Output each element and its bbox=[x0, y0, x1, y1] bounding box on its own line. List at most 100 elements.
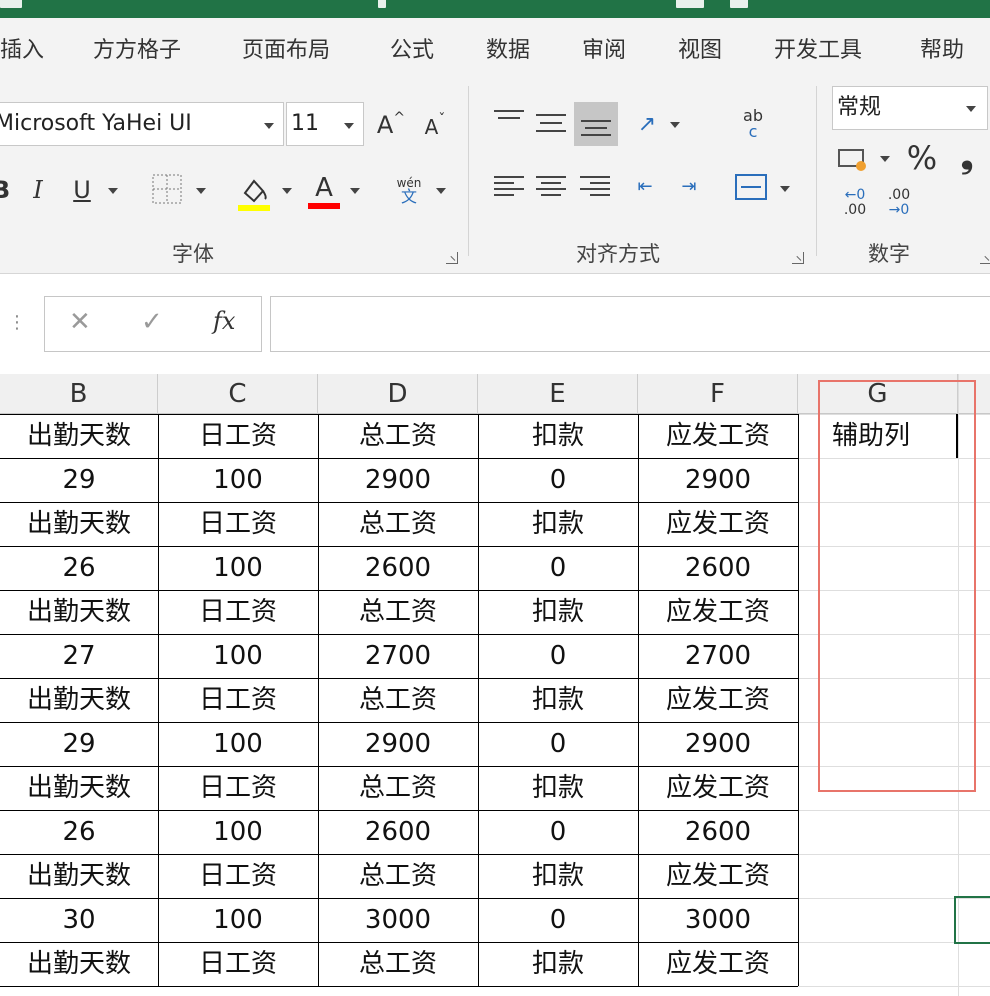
comma-button[interactable]: ❟ bbox=[952, 136, 982, 176]
cell-d-3[interactable]: 总工资 bbox=[318, 502, 478, 546]
bold-button[interactable]: B bbox=[0, 170, 10, 210]
selected-cell[interactable] bbox=[954, 896, 990, 944]
column-header-b[interactable]: B bbox=[0, 374, 158, 414]
cell-c-9[interactable]: 日工资 bbox=[158, 766, 318, 810]
cell-f-2[interactable]: 2900 bbox=[638, 458, 798, 502]
cell-c-3[interactable]: 日工资 bbox=[158, 502, 318, 546]
cell-f-4[interactable]: 2600 bbox=[638, 546, 798, 590]
phonetic-button[interactable]: wén 文 bbox=[390, 170, 428, 210]
grow-font-button[interactable]: A ^ bbox=[374, 106, 408, 144]
cell-c-6[interactable]: 100 bbox=[158, 634, 318, 678]
align-top-icon[interactable] bbox=[494, 110, 524, 126]
cell-b-11[interactable]: 出勤天数 bbox=[0, 854, 158, 898]
cell-d-9[interactable]: 总工资 bbox=[318, 766, 478, 810]
cell-c-11[interactable]: 日工资 bbox=[158, 854, 318, 898]
cell-g-11[interactable] bbox=[798, 854, 958, 898]
align-middle-icon[interactable] bbox=[536, 114, 566, 132]
cell-b-7[interactable]: 出勤天数 bbox=[0, 678, 158, 722]
font-size-dropdown-icon[interactable] bbox=[344, 123, 354, 129]
formula-input[interactable] bbox=[270, 296, 990, 352]
cell-f-10[interactable]: 2600 bbox=[638, 810, 798, 854]
cell-f-12[interactable]: 3000 bbox=[638, 898, 798, 942]
font-name-box[interactable]: Microsoft YaHei UI bbox=[0, 102, 284, 146]
cell-b-5[interactable]: 出勤天数 bbox=[0, 590, 158, 634]
cell-d-4[interactable]: 2600 bbox=[318, 546, 478, 590]
tab-help[interactable]: 帮助 bbox=[920, 32, 964, 64]
insert-function-icon[interactable]: fx bbox=[213, 307, 235, 335]
cell-c-2[interactable]: 100 bbox=[158, 458, 318, 502]
tab-insert[interactable]: 插入 bbox=[0, 32, 44, 64]
cell-b-9[interactable]: 出勤天数 bbox=[0, 766, 158, 810]
orientation-dropdown-icon[interactable] bbox=[670, 122, 680, 128]
cell-e-12[interactable]: 0 bbox=[478, 898, 638, 942]
accounting-dropdown-icon[interactable] bbox=[880, 156, 890, 162]
cell-e-5[interactable]: 扣款 bbox=[478, 590, 638, 634]
tab-page-layout[interactable]: 页面布局 bbox=[242, 32, 330, 64]
cell-b-1[interactable]: 出勤天数 bbox=[0, 414, 158, 458]
cell-g-13[interactable] bbox=[798, 942, 958, 986]
number-format-dropdown-icon[interactable] bbox=[966, 106, 976, 112]
cell-d-12[interactable]: 3000 bbox=[318, 898, 478, 942]
cell-b-13[interactable]: 出勤天数 bbox=[0, 942, 158, 986]
percent-button[interactable]: % bbox=[902, 138, 942, 178]
phonetic-dropdown-icon[interactable] bbox=[436, 188, 446, 194]
column-header-c[interactable]: C bbox=[158, 374, 318, 414]
borders-button[interactable] bbox=[150, 172, 184, 206]
cell-f-1[interactable]: 应发工资 bbox=[638, 414, 798, 458]
cell-c-4[interactable]: 100 bbox=[158, 546, 318, 590]
cell-g-10[interactable] bbox=[798, 810, 958, 854]
cell-f-7[interactable]: 应发工资 bbox=[638, 678, 798, 722]
increase-indent-button[interactable]: ⇥ bbox=[672, 172, 706, 200]
alignment-dialog-launcher-icon[interactable] bbox=[792, 252, 804, 264]
tab-data[interactable]: 数据 bbox=[486, 32, 530, 64]
cell-f-5[interactable]: 应发工资 bbox=[638, 590, 798, 634]
cell-f-13[interactable]: 应发工资 bbox=[638, 942, 798, 986]
cell-g-12[interactable] bbox=[798, 898, 958, 942]
decrease-decimal-button[interactable]: .00 →0 bbox=[880, 186, 918, 220]
wrap-text-button[interactable]: ab c bbox=[736, 104, 770, 144]
cell-c-8[interactable]: 100 bbox=[158, 722, 318, 766]
cell-d-2[interactable]: 2900 bbox=[318, 458, 478, 502]
cell-f-8[interactable]: 2900 bbox=[638, 722, 798, 766]
shrink-font-button[interactable]: Aˇ bbox=[418, 108, 452, 146]
align-right-icon[interactable] bbox=[580, 176, 610, 196]
align-bottom-button[interactable] bbox=[574, 102, 618, 146]
cell-b-4[interactable]: 26 bbox=[0, 546, 158, 590]
cell-e-13[interactable]: 扣款 bbox=[478, 942, 638, 986]
cell-d-13[interactable]: 总工资 bbox=[318, 942, 478, 986]
cell-c-12[interactable]: 100 bbox=[158, 898, 318, 942]
cell-f-9[interactable]: 应发工资 bbox=[638, 766, 798, 810]
cell-f-6[interactable]: 2700 bbox=[638, 634, 798, 678]
underline-dropdown-icon[interactable] bbox=[108, 188, 118, 194]
formula-bar-grip-icon[interactable]: ⋮ bbox=[8, 312, 26, 333]
cell-e-2[interactable]: 0 bbox=[478, 458, 638, 502]
cell-b-2[interactable]: 29 bbox=[0, 458, 158, 502]
cell-e-9[interactable]: 扣款 bbox=[478, 766, 638, 810]
increase-decimal-button[interactable]: ←0 .00 bbox=[836, 186, 874, 220]
column-header-d[interactable]: D bbox=[318, 374, 478, 414]
fill-color-dropdown-icon[interactable] bbox=[282, 188, 292, 194]
align-center-icon[interactable] bbox=[536, 176, 566, 196]
cell-c-1[interactable]: 日工资 bbox=[158, 414, 318, 458]
cell-e-7[interactable]: 扣款 bbox=[478, 678, 638, 722]
merge-center-button[interactable] bbox=[734, 172, 768, 202]
tab-view[interactable]: 视图 bbox=[678, 32, 722, 64]
merge-dropdown-icon[interactable] bbox=[780, 186, 790, 192]
cell-c-10[interactable]: 100 bbox=[158, 810, 318, 854]
cell-d-6[interactable]: 2700 bbox=[318, 634, 478, 678]
tab-fangfang[interactable]: 方方格子 bbox=[93, 32, 181, 64]
tab-formulas[interactable]: 公式 bbox=[390, 32, 434, 64]
cell-b-12[interactable]: 30 bbox=[0, 898, 158, 942]
cancel-icon[interactable]: ✕ bbox=[69, 307, 91, 337]
cell-c-13[interactable]: 日工资 bbox=[158, 942, 318, 986]
cell-b-10[interactable]: 26 bbox=[0, 810, 158, 854]
underline-button[interactable]: U bbox=[68, 170, 96, 210]
accounting-format-button[interactable] bbox=[836, 142, 870, 176]
enter-icon[interactable]: ✓ bbox=[141, 307, 163, 337]
cell-e-8[interactable]: 0 bbox=[478, 722, 638, 766]
cell-f-11[interactable]: 应发工资 bbox=[638, 854, 798, 898]
cell-d-5[interactable]: 总工资 bbox=[318, 590, 478, 634]
font-dialog-launcher-icon[interactable] bbox=[446, 252, 458, 264]
number-format-box[interactable]: 常规 bbox=[832, 86, 988, 130]
cell-d-1[interactable]: 总工资 bbox=[318, 414, 478, 458]
